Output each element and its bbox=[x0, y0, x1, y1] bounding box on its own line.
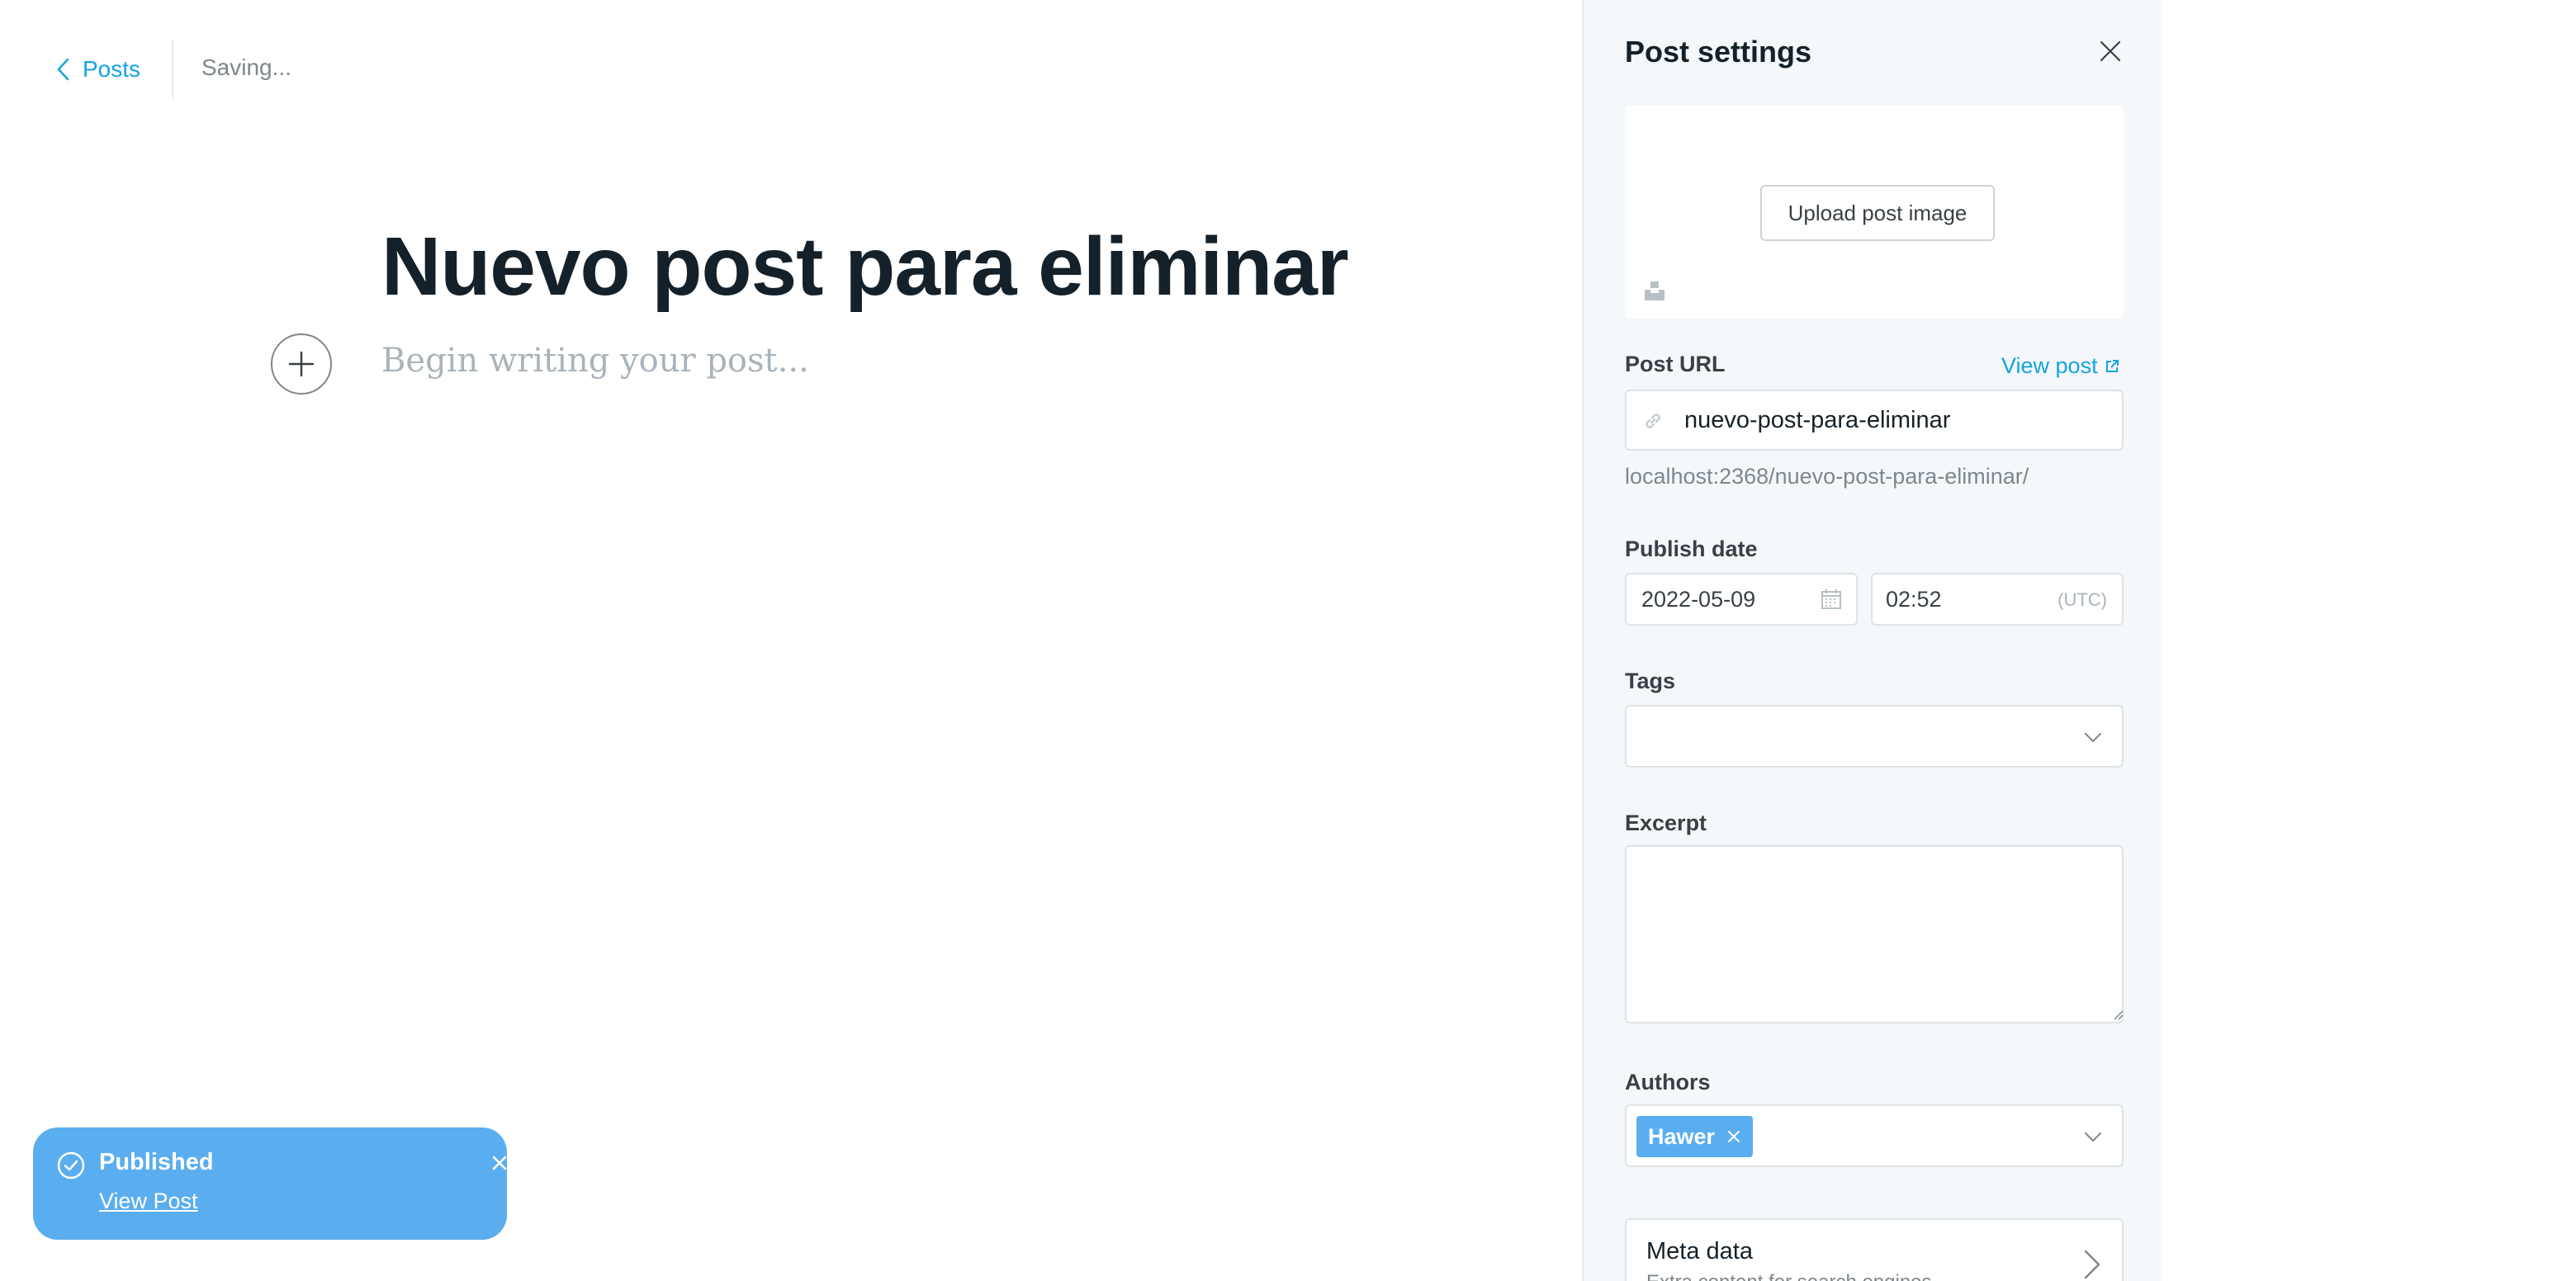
meta-data-section[interactable]: Meta data Extra content for search engin… bbox=[1625, 1218, 2124, 1281]
meta-data-title: Meta data bbox=[1646, 1238, 1753, 1264]
post-url-label: Post URL bbox=[1625, 352, 1726, 376]
chevron-down-icon bbox=[2085, 1132, 2101, 1142]
publish-time-input[interactable]: 02:52 (UTC) bbox=[1871, 573, 2124, 626]
check-circle-icon bbox=[57, 1151, 85, 1179]
close-icon[interactable] bbox=[2099, 40, 2122, 63]
tags-label: Tags bbox=[1625, 669, 1676, 693]
publish-date-input[interactable]: 2022-05-09 bbox=[1625, 573, 1858, 626]
post-settings-panel: Post settings Upload post image Post URL… bbox=[1582, 0, 2162, 1281]
post-url-input[interactable]: nuevo-post-para-eliminar bbox=[1625, 390, 2124, 451]
excerpt-textarea[interactable] bbox=[1625, 845, 2124, 1023]
back-link-label: Posts bbox=[83, 56, 141, 82]
publish-date-label: Publish date bbox=[1625, 537, 1758, 561]
calendar-icon[interactable] bbox=[1820, 588, 1843, 611]
chevron-right-icon bbox=[2084, 1250, 2100, 1279]
published-notification: Published View Post bbox=[33, 1127, 507, 1240]
view-post-label: View post bbox=[2001, 353, 2098, 378]
unsplash-icon[interactable] bbox=[1643, 279, 1666, 302]
authors-label: Authors bbox=[1625, 1070, 1711, 1094]
post-full-url: localhost:2368/nuevo-post-para-eliminar/ bbox=[1625, 464, 2029, 489]
plus-icon bbox=[288, 351, 315, 377]
link-icon bbox=[1646, 414, 1660, 428]
panel-title: Post settings bbox=[1625, 35, 1812, 69]
post-title[interactable]: Nuevo post para eliminar bbox=[381, 213, 1349, 320]
publish-date-value: 2022-05-09 bbox=[1641, 586, 1756, 612]
resize-handle-icon[interactable] bbox=[2112, 1009, 2124, 1020]
external-link-icon bbox=[2105, 359, 2119, 372]
close-icon[interactable] bbox=[1726, 1129, 1741, 1144]
post-url-value: nuevo-post-para-eliminar bbox=[1684, 406, 1951, 433]
chevron-left-icon bbox=[57, 58, 69, 81]
post-image-uploader: Upload post image bbox=[1625, 106, 2124, 319]
background-area bbox=[2162, 0, 2576, 1281]
view-post-notification-link[interactable]: View Post bbox=[99, 1189, 198, 1214]
upload-post-image-button[interactable]: Upload post image bbox=[1760, 185, 1995, 241]
tags-select[interactable] bbox=[1625, 705, 2124, 768]
add-card-button[interactable] bbox=[271, 333, 332, 395]
notification-title: Published bbox=[99, 1149, 214, 1175]
meta-data-subtitle: Extra content for search engines bbox=[1646, 1271, 1932, 1281]
timezone-label: (UTC) bbox=[2057, 589, 2107, 610]
chevron-down-icon bbox=[2085, 733, 2101, 742]
publish-time-value: 02:52 bbox=[1886, 586, 1942, 612]
back-to-posts-link[interactable]: Posts bbox=[54, 53, 140, 86]
view-post-link[interactable]: View post bbox=[2001, 353, 2119, 379]
header-divider bbox=[172, 40, 173, 99]
excerpt-label: Excerpt bbox=[1625, 811, 1707, 835]
save-status: Saving... bbox=[201, 54, 291, 80]
authors-select[interactable]: Hawer bbox=[1625, 1104, 2124, 1167]
author-chip-label: Hawer bbox=[1648, 1123, 1716, 1149]
editor-header: Posts Saving... bbox=[0, 0, 1582, 139]
post-body-editor[interactable]: Begin writing your post... bbox=[381, 342, 809, 380]
close-icon[interactable] bbox=[489, 1152, 510, 1174]
author-chip: Hawer bbox=[1636, 1116, 1754, 1157]
